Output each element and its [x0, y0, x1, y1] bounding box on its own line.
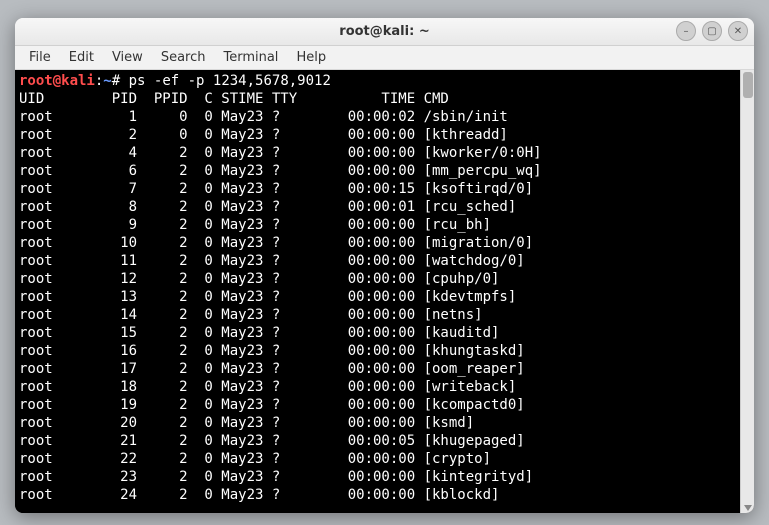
- ps-row: root 8 2 0 May23 ? 00:00:01 [rcu_sched]: [19, 199, 516, 215]
- menu-terminal[interactable]: Terminal: [215, 48, 286, 67]
- ps-row: root 4 2 0 May23 ? 00:00:00 [kworker/0:0…: [19, 145, 542, 161]
- ps-row: root 22 2 0 May23 ? 00:00:00 [crypto]: [19, 451, 491, 467]
- ps-row: root 7 2 0 May23 ? 00:00:15 [ksoftirqd/0…: [19, 181, 533, 197]
- ps-row: root 12 2 0 May23 ? 00:00:00 [cpuhp/0]: [19, 271, 499, 287]
- terminal-output[interactable]: root@kali:~# ps -ef -p 1234,5678,9012 UI…: [15, 70, 740, 513]
- menubar: File Edit View Search Terminal Help: [15, 46, 754, 70]
- ps-row: root 24 2 0 May23 ? 00:00:00 [kblockd]: [19, 487, 499, 503]
- ps-row: root 21 2 0 May23 ? 00:00:05 [khugepaged…: [19, 433, 525, 449]
- close-icon: ✕: [734, 26, 742, 37]
- menu-view[interactable]: View: [104, 48, 151, 67]
- minimize-button[interactable]: –: [676, 21, 696, 41]
- scroll-thumb[interactable]: [743, 72, 753, 98]
- maximize-button[interactable]: ▢: [702, 21, 722, 41]
- ps-header: UID PID PPID C STIME TTY TIME CMD: [19, 91, 449, 107]
- close-button[interactable]: ✕: [728, 21, 748, 41]
- ps-row: root 6 2 0 May23 ? 00:00:00 [mm_percpu_w…: [19, 163, 542, 179]
- prompt-hash: #: [112, 73, 120, 89]
- ps-row: root 16 2 0 May23 ? 00:00:00 [khungtaskd…: [19, 343, 525, 359]
- menu-help[interactable]: Help: [288, 48, 334, 67]
- ps-row: root 13 2 0 May23 ? 00:00:00 [kdevtmpfs]: [19, 289, 516, 305]
- ps-row: root 10 2 0 May23 ? 00:00:00 [migration/…: [19, 235, 533, 251]
- window-controls: – ▢ ✕: [676, 21, 748, 41]
- command-text: ps -ef -p 1234,5678,9012: [129, 73, 331, 89]
- ps-row: root 1 0 0 May23 ? 00:00:02 /sbin/init: [19, 109, 508, 125]
- ps-row: root 17 2 0 May23 ? 00:00:00 [oom_reaper…: [19, 361, 525, 377]
- minimize-icon: –: [684, 26, 689, 37]
- ps-row: root 11 2 0 May23 ? 00:00:00 [watchdog/0…: [19, 253, 525, 269]
- menu-search[interactable]: Search: [153, 48, 214, 67]
- ps-row: root 23 2 0 May23 ? 00:00:00 [kintegrity…: [19, 469, 533, 485]
- maximize-icon: ▢: [707, 26, 716, 37]
- prompt-user: root@kali: [19, 73, 95, 89]
- ps-row: root 9 2 0 May23 ? 00:00:00 [rcu_bh]: [19, 217, 491, 233]
- menu-file[interactable]: File: [21, 48, 59, 67]
- ps-row: root 15 2 0 May23 ? 00:00:00 [kauditd]: [19, 325, 499, 341]
- ps-row: root 18 2 0 May23 ? 00:00:00 [writeback]: [19, 379, 516, 395]
- ps-row: root 14 2 0 May23 ? 00:00:00 [netns]: [19, 307, 483, 323]
- titlebar[interactable]: root@kali: ~ – ▢ ✕: [15, 18, 754, 46]
- scroll-down-icon[interactable]: [744, 505, 752, 511]
- scrollbar[interactable]: [740, 70, 754, 513]
- terminal-window: root@kali: ~ – ▢ ✕ File Edit View Search…: [15, 18, 754, 513]
- ps-row: root 19 2 0 May23 ? 00:00:00 [kcompactd0…: [19, 397, 525, 413]
- menu-edit[interactable]: Edit: [61, 48, 102, 67]
- window-title: root@kali: ~: [339, 24, 429, 39]
- terminal-area: root@kali:~# ps -ef -p 1234,5678,9012 UI…: [15, 70, 754, 513]
- ps-row: root 2 0 0 May23 ? 00:00:00 [kthreadd]: [19, 127, 508, 143]
- ps-row: root 20 2 0 May23 ? 00:00:00 [ksmd]: [19, 415, 474, 431]
- prompt-path: ~: [103, 73, 111, 89]
